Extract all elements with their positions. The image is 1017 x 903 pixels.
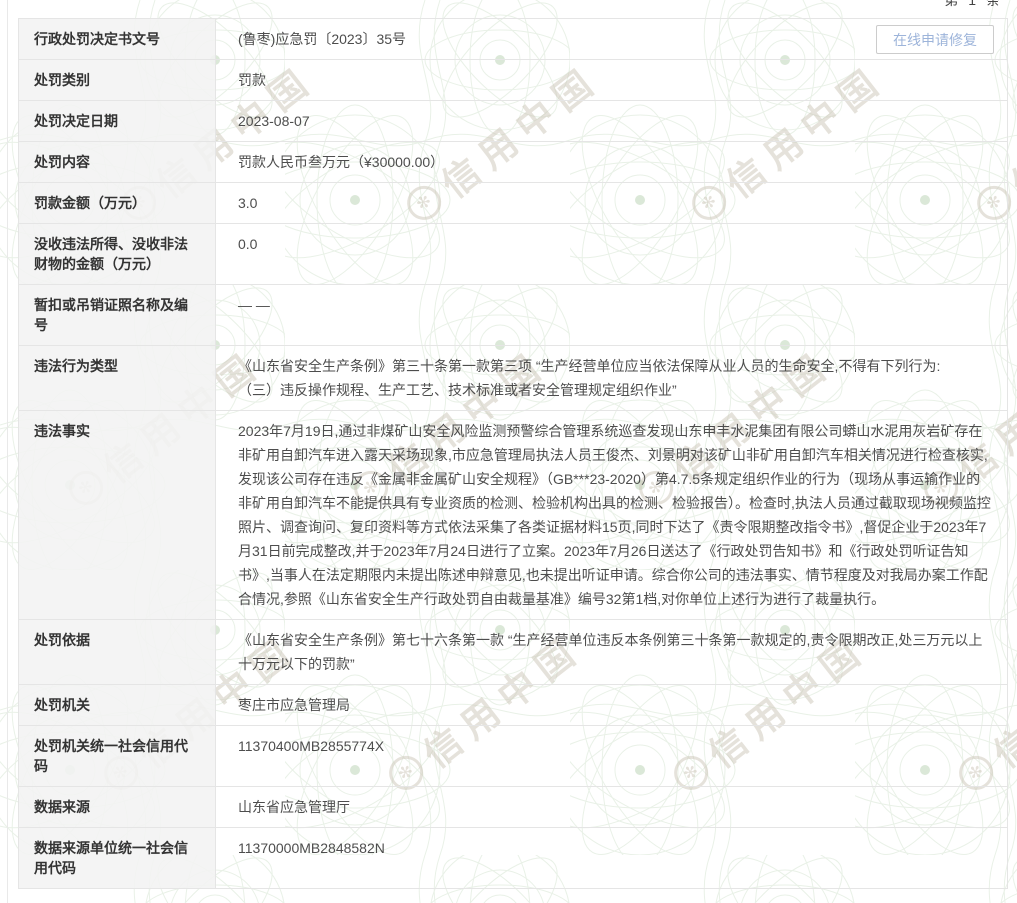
row-label: 数据来源 — [19, 787, 216, 827]
row-value-text: 2023年7月19日,通过非煤矿山安全风险监测预警综合管理系统巡查发现山东申丰水… — [238, 423, 991, 607]
row-value-text: 11370400MB2855774X — [238, 738, 384, 754]
table-row: 行政处罚决定书文号 (鲁枣)应急罚〔2023〕35号 在线申请修复 — [19, 19, 1007, 60]
table-row: 处罚依据 《山东省安全生产条例》第七十六条第一款 “生产经营单位违反本条例第三十… — [19, 620, 1007, 685]
table-row: 处罚类别 罚款 — [19, 60, 1007, 101]
table-row: 处罚内容 罚款人民币叁万元（¥30000.00） — [19, 142, 1007, 183]
table-row: 处罚决定日期 2023-08-07 — [19, 101, 1007, 142]
row-value: 11370000MB2848582N — [216, 828, 1007, 888]
row-value: 《山东省安全生产条例》第三十条第一款第三项 “生产经营单位应当依法保障从业人员的… — [216, 346, 1007, 410]
row-label: 处罚依据 — [19, 620, 216, 684]
row-value-text: 《山东省安全生产条例》第七十六条第一款 “生产经营单位违反本条例第三十条第一款规… — [238, 632, 982, 672]
table-row: 处罚机关统一社会信用代码 11370400MB2855774X — [19, 726, 1007, 787]
row-value: 山东省应急管理厅 — [216, 787, 1007, 827]
row-value: 2023-08-07 — [216, 101, 1007, 141]
row-value-text: 枣庄市应急管理局 — [238, 697, 350, 713]
table-row: 违法行为类型 《山东省安全生产条例》第三十条第一款第三项 “生产经营单位应当依法… — [19, 346, 1007, 411]
row-value-text: 《山东省安全生产条例》第三十条第一款第三项 “生产经营单位应当依法保障从业人员的… — [238, 358, 940, 398]
row-value: 《山东省安全生产条例》第七十六条第一款 “生产经营单位违反本条例第三十条第一款规… — [216, 620, 1007, 684]
row-label: 处罚决定日期 — [19, 101, 216, 141]
row-value-text: 11370000MB2848582N — [238, 840, 385, 856]
row-value: 罚款 — [216, 60, 1007, 100]
row-label: 行政处罚决定书文号 — [19, 19, 216, 59]
row-value: 3.0 — [216, 183, 1007, 223]
table-row: 罚款金额（万元） 3.0 — [19, 183, 1007, 224]
penalty-detail-page: ✻信用中国✻信用中国✻信用中国✻信用中国✻信用中国✻信用中国✻信用中国✻信用中国… — [0, 0, 1017, 903]
row-label: 处罚类别 — [19, 60, 216, 100]
row-value-text: 0.0 — [238, 236, 257, 252]
table-row: 违法事实 2023年7月19日,通过非煤矿山安全风险监测预警综合管理系统巡查发现… — [19, 411, 1007, 620]
table-row: 处罚机关 枣庄市应急管理局 — [19, 685, 1007, 726]
row-value-text: 山东省应急管理厅 — [238, 799, 350, 815]
online-repair-button[interactable]: 在线申请修复 — [876, 25, 994, 54]
row-value-text: 2023-08-07 — [238, 113, 310, 129]
row-value-text: 罚款 — [238, 72, 266, 88]
table-row: 暂扣或吊销证照名称及编号 — — — [19, 285, 1007, 346]
row-value-text: 3.0 — [238, 195, 257, 211]
row-value-text: (鲁枣)应急罚〔2023〕35号 — [238, 31, 406, 47]
row-label: 处罚机关统一社会信用代码 — [19, 726, 216, 786]
table-row: 没收违法所得、没收非法财物的金额（万元） 0.0 — [19, 224, 1007, 285]
row-label: 暂扣或吊销证照名称及编号 — [19, 285, 216, 345]
row-value: (鲁枣)应急罚〔2023〕35号 在线申请修复 — [216, 19, 1007, 59]
row-value-text: 罚款人民币叁万元（¥30000.00） — [238, 154, 444, 170]
row-label: 违法行为类型 — [19, 346, 216, 410]
row-label: 数据来源单位统一社会信用代码 — [19, 828, 216, 888]
page-left-border — [7, 0, 8, 903]
row-value: 枣庄市应急管理局 — [216, 685, 1007, 725]
table-row: 数据来源单位统一社会信用代码 11370000MB2848582N — [19, 828, 1007, 888]
row-value: 罚款人民币叁万元（¥30000.00） — [216, 142, 1007, 182]
row-value: — — — [216, 285, 1007, 345]
row-label: 违法事实 — [19, 411, 216, 619]
row-value: 11370400MB2855774X — [216, 726, 1007, 786]
penalty-detail-table: 行政处罚决定书文号 (鲁枣)应急罚〔2023〕35号 在线申请修复 处罚类别 罚款… — [18, 18, 1008, 889]
row-label: 处罚内容 — [19, 142, 216, 182]
row-label: 罚款金额（万元） — [19, 183, 216, 223]
pagination-partial-text: 第 1 条 — [944, 0, 1003, 10]
row-label: 没收违法所得、没收非法财物的金额（万元） — [19, 224, 216, 284]
row-value: 2023年7月19日,通过非煤矿山安全风险监测预警综合管理系统巡查发现山东申丰水… — [216, 411, 1007, 619]
row-value-text: — — — [238, 297, 270, 313]
row-label: 处罚机关 — [19, 685, 216, 725]
row-value: 0.0 — [216, 224, 1007, 284]
table-row: 数据来源 山东省应急管理厅 — [19, 787, 1007, 828]
